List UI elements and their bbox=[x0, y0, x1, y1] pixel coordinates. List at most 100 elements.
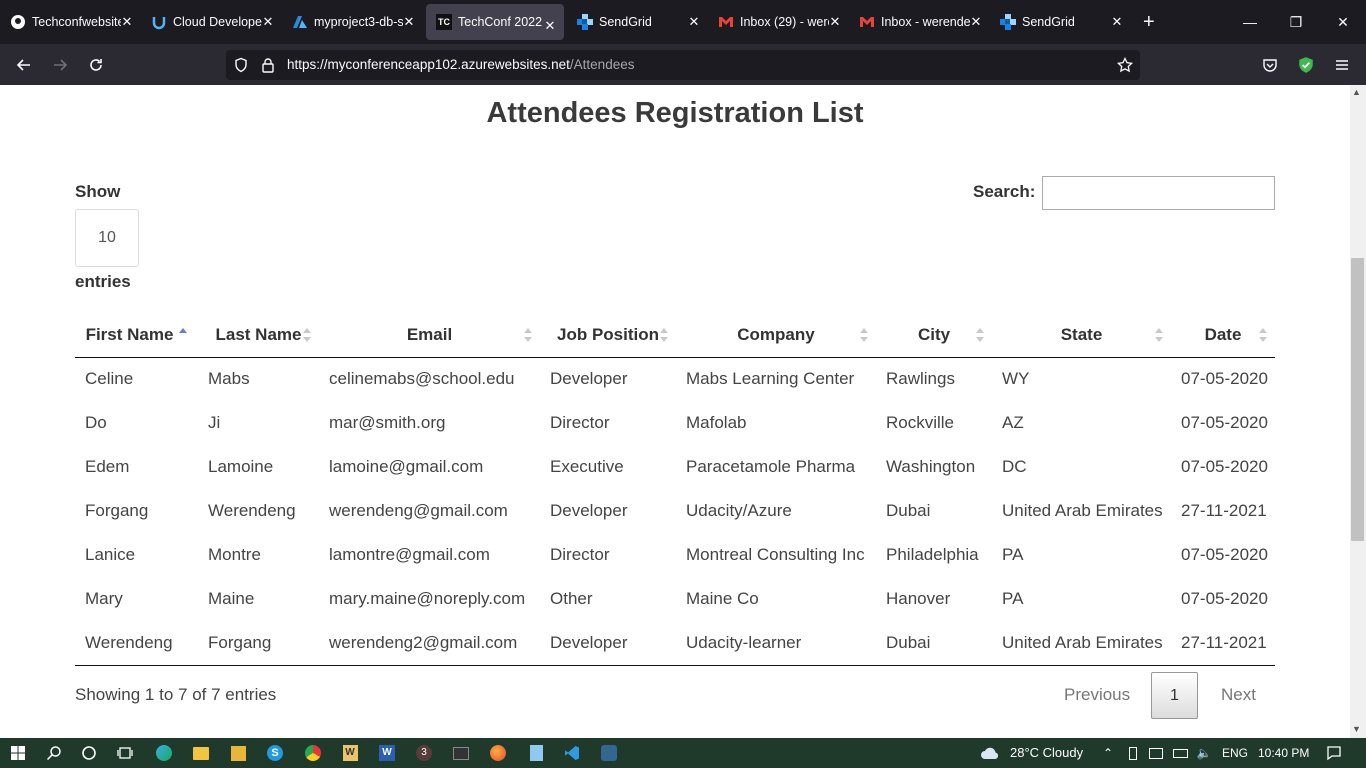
tab-strip: Techconfwebsite ✕ Cloud Developer ✕ myprojec… bbox=[0, 0, 1171, 44]
column-header[interactable]: Job Position bbox=[540, 313, 676, 358]
sort-both-icon bbox=[303, 328, 311, 342]
restore-button[interactable]: ❐ bbox=[1273, 0, 1319, 44]
browser-tab[interactable]: myproject3-db-s ✕ bbox=[282, 0, 423, 44]
table-cell: Mabs Learning Center bbox=[686, 369, 855, 389]
chevron-up-icon[interactable]: ⌃ bbox=[1098, 743, 1118, 763]
gmail-icon bbox=[859, 14, 875, 30]
cortana-icon[interactable] bbox=[79, 743, 99, 763]
browser-tab[interactable]: SendGrid ✕ bbox=[990, 0, 1131, 44]
browser-tab[interactable]: SendGrid ✕ bbox=[567, 0, 708, 44]
browser-tab[interactable]: Inbox - werende ✕ bbox=[849, 0, 990, 44]
sort-ascending-icon bbox=[179, 328, 188, 342]
close-tab-icon[interactable]: ✕ bbox=[686, 14, 702, 30]
forward-button[interactable] bbox=[45, 50, 75, 80]
search-input[interactable] bbox=[1042, 176, 1275, 210]
notification-icon[interactable] bbox=[1324, 743, 1344, 763]
sort-both-icon bbox=[976, 328, 984, 342]
back-button[interactable] bbox=[9, 50, 39, 80]
close-tab-icon[interactable]: ✕ bbox=[827, 14, 843, 30]
column-header[interactable]: First Name bbox=[75, 313, 198, 358]
next-page-button[interactable]: Next bbox=[1221, 685, 1256, 705]
browser-tab[interactable]: Inbox (29) - were ✕ bbox=[708, 0, 849, 44]
pgadmin-icon[interactable] bbox=[599, 743, 619, 763]
close-tab-icon[interactable]: ✕ bbox=[401, 14, 417, 30]
entries-length-select[interactable]: 10 bbox=[75, 209, 139, 267]
close-tab-icon[interactable]: ✕ bbox=[1109, 14, 1125, 30]
sendgrid-icon bbox=[1000, 14, 1016, 30]
browser-tab[interactable]: Techconfwebsite ✕ bbox=[0, 0, 141, 44]
reload-button[interactable] bbox=[81, 50, 111, 80]
close-tab-icon[interactable]: ✕ bbox=[260, 14, 276, 30]
lock-icon[interactable] bbox=[253, 50, 283, 80]
search-icon[interactable] bbox=[44, 743, 64, 763]
skype-icon[interactable]: S bbox=[265, 743, 285, 763]
table-header-row: First Name Last Name Email Job Position Comp… bbox=[75, 313, 1275, 358]
column-header[interactable]: Date bbox=[1171, 313, 1275, 358]
edge-icon[interactable] bbox=[154, 743, 174, 763]
column-header[interactable]: Email bbox=[319, 313, 540, 358]
column-header-label: City bbox=[917, 324, 951, 344]
usb-device-icon[interactable] bbox=[1123, 743, 1143, 763]
file-explorer-icon[interactable] bbox=[191, 743, 211, 763]
clock[interactable]: 10:40 PM bbox=[1258, 746, 1309, 760]
close-tab-icon[interactable]: ✕ bbox=[542, 18, 558, 34]
pocket-icon[interactable] bbox=[1255, 50, 1285, 80]
table-cell: Forgang bbox=[85, 501, 149, 520]
column-header-label: Email bbox=[406, 324, 453, 344]
table-cell: Director bbox=[550, 545, 610, 564]
table-cell: 07-05-2020 bbox=[1181, 545, 1268, 564]
extension-shield-icon[interactable] bbox=[1291, 50, 1321, 80]
shield-icon[interactable] bbox=[226, 50, 256, 80]
new-tab-plus-icon[interactable]: + bbox=[1131, 0, 1171, 44]
current-page-button[interactable]: 1 bbox=[1151, 672, 1198, 719]
chrome-icon[interactable] bbox=[303, 743, 323, 763]
table-cell: United Arab Emirates bbox=[1002, 501, 1163, 520]
wps-icon[interactable]: W bbox=[340, 743, 360, 763]
network-icon[interactable] bbox=[1146, 743, 1166, 763]
url-text[interactable]: https://myconferenceapp102.azurewebsites… bbox=[287, 57, 634, 72]
table-cell: Paracetamole Pharma bbox=[686, 457, 856, 476]
browser-tab[interactable]: TC TechConf 2022 ✕ bbox=[426, 4, 564, 40]
task-view-icon[interactable] bbox=[115, 743, 135, 763]
minimize-button[interactable]: — bbox=[1227, 0, 1273, 44]
weather-text[interactable]: 28°C Cloudy bbox=[1010, 745, 1083, 760]
previous-page-button[interactable]: Previous bbox=[1064, 685, 1130, 705]
table-cell: WY bbox=[1002, 369, 1030, 389]
close-tab-icon[interactable]: ✕ bbox=[119, 14, 135, 30]
column-header[interactable]: Company bbox=[676, 313, 876, 358]
table-cell: lamontre@gmail.com bbox=[329, 545, 490, 564]
scrollbar-thumb[interactable] bbox=[1351, 258, 1364, 541]
table-cell: 27-11-2021 bbox=[1181, 501, 1267, 520]
notepad-icon[interactable] bbox=[526, 743, 546, 763]
scroll-up-arrow-icon[interactable]: ▲ bbox=[1352, 87, 1361, 97]
column-header[interactable]: City bbox=[876, 313, 992, 358]
volume-icon[interactable]: 🔈 bbox=[1194, 743, 1214, 763]
table-cell: lamoine@gmail.com bbox=[329, 457, 484, 476]
column-header[interactable]: Last Name bbox=[198, 313, 319, 358]
vscode-icon[interactable] bbox=[562, 743, 582, 763]
sendgrid-icon bbox=[577, 14, 593, 30]
menu-icon[interactable] bbox=[1327, 50, 1357, 80]
column-header-label: Date bbox=[1204, 324, 1242, 344]
scroll-down-arrow-icon[interactable]: ▼ bbox=[1352, 724, 1361, 734]
word-icon[interactable]: W bbox=[377, 743, 397, 763]
close-tab-icon[interactable]: ✕ bbox=[968, 14, 984, 30]
language-indicator[interactable]: ENG bbox=[1222, 746, 1248, 760]
entries-label: entries bbox=[75, 272, 131, 291]
cloud-weather-icon bbox=[978, 743, 1002, 763]
browser-tab[interactable]: Cloud Developer ✕ bbox=[141, 0, 282, 44]
table-cell: Philadelphia bbox=[886, 545, 979, 564]
column-header[interactable]: State bbox=[992, 313, 1171, 358]
sort-both-icon bbox=[1155, 328, 1163, 342]
firefox-icon[interactable] bbox=[488, 743, 508, 763]
bookmark-star-icon[interactable] bbox=[1110, 50, 1140, 80]
store-icon[interactable] bbox=[228, 743, 248, 763]
close-window-button[interactable]: ✕ bbox=[1320, 0, 1366, 44]
tab-label: TechConf 2022 bbox=[458, 15, 543, 29]
app-badge-icon[interactable]: 3 bbox=[414, 743, 434, 763]
table-cell: Washington bbox=[886, 457, 976, 476]
battery-icon[interactable] bbox=[1170, 743, 1190, 763]
sort-both-icon bbox=[524, 328, 532, 342]
terminal-icon[interactable] bbox=[451, 743, 471, 763]
windows-start-icon[interactable] bbox=[8, 743, 28, 763]
